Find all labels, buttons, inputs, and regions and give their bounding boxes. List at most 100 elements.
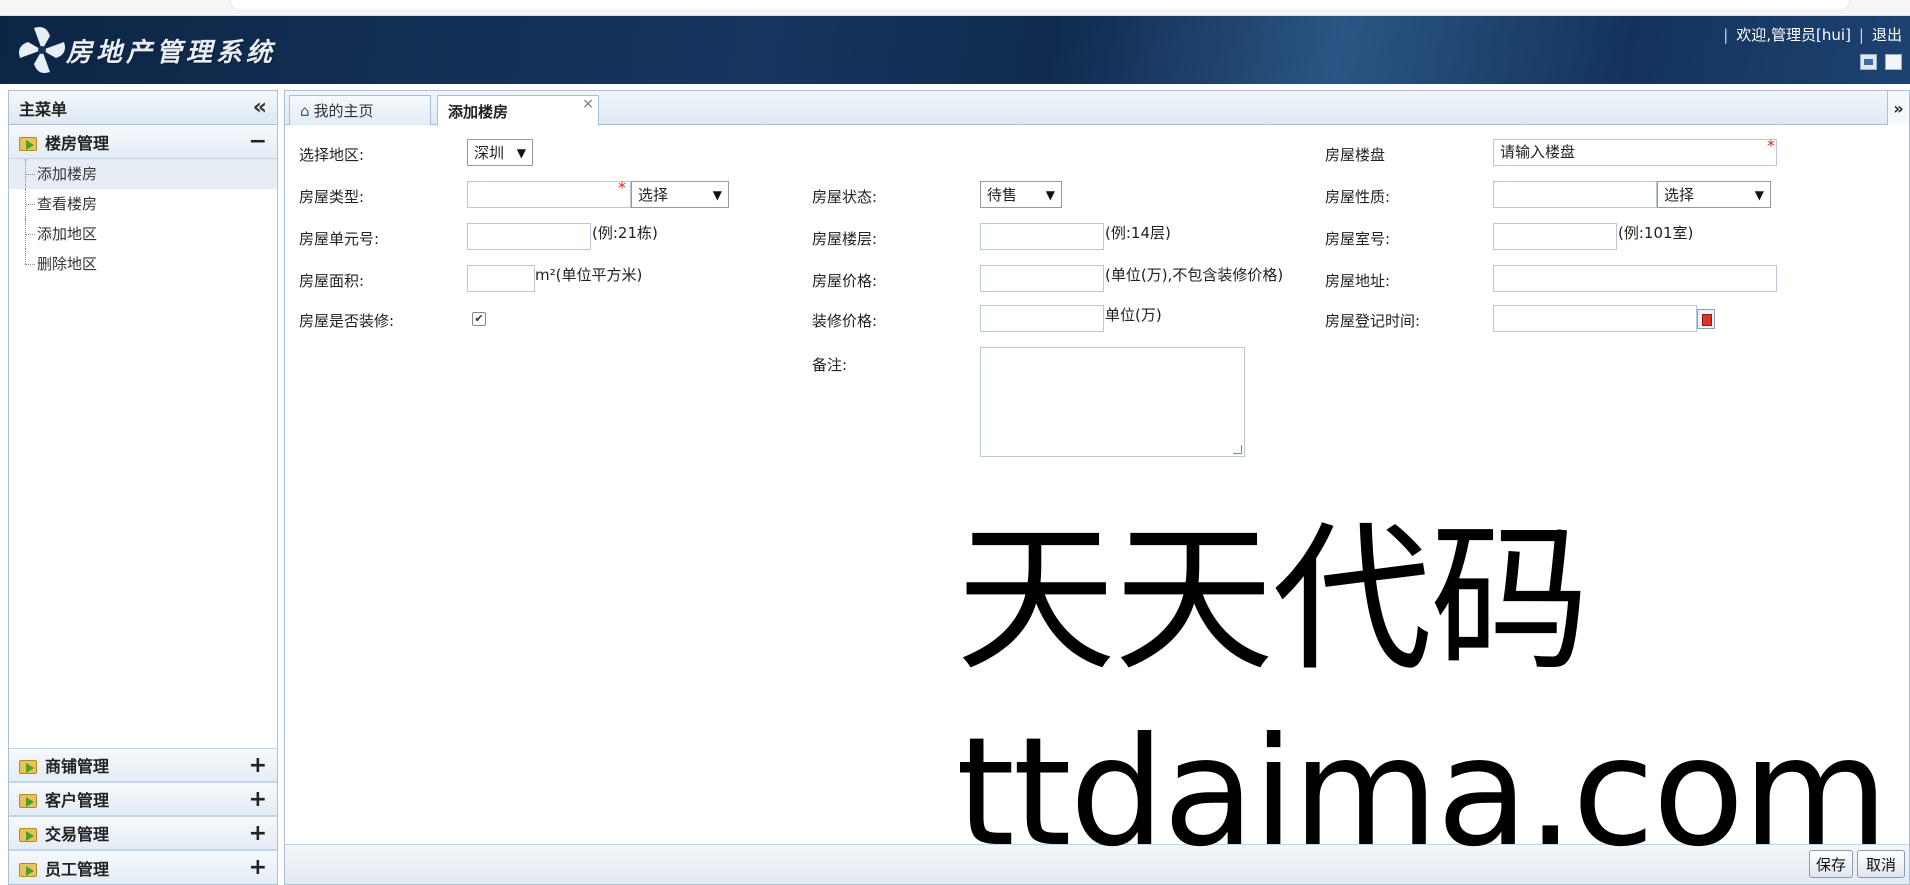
type-input[interactable] [467,181,631,208]
dropdown-arrow-icon: ▼ [1045,187,1055,202]
collapse-sidebar-icon[interactable]: « [253,95,267,120]
logout-link[interactable]: 退出 [1872,24,1902,45]
region-select-value: 深圳 [474,144,505,162]
area-input[interactable] [467,265,535,292]
unit-input[interactable] [467,223,591,250]
floor-hint: (例:14层) [1105,224,1171,242]
reg-time-input[interactable] [1493,305,1697,332]
status-label: 房屋状态: [812,188,878,206]
tab-bar: ⌂ 我的主页 添加楼房 × » [285,91,1909,126]
bottom-action-bar: 保存 取消 [285,844,1909,884]
sidebar-item-view-building[interactable]: 查看楼房 [9,189,277,219]
tab-label: 添加楼房 [448,102,509,121]
sidebar-group-staff[interactable]: 员工管理 + [9,850,277,884]
pinwheel-logo-icon [19,27,65,73]
deco-price-input[interactable] [980,305,1104,332]
price-input[interactable] [980,265,1104,292]
estate-label: 房屋楼盘 [1325,146,1386,164]
type-select-value: 选择 [638,186,669,204]
price-label: 房屋价格: [812,272,878,290]
sidebar-group-label: 商铺管理 [45,757,110,776]
unit-label: 房屋单元号: [299,230,380,248]
folder-icon [19,860,39,877]
tab-add-building[interactable]: 添加楼房 × [437,95,599,126]
sidebar-group-label: 员工管理 [45,859,110,879]
calendar-icon[interactable] [1697,309,1715,329]
dropdown-arrow-icon: ▼ [712,187,722,202]
room-input[interactable] [1493,223,1617,250]
nature-input[interactable] [1493,181,1657,208]
sidebar-group-label: 交易管理 [45,825,110,844]
sidebar-group-label: 客户管理 [45,791,110,810]
nature-label: 房屋性质: [1325,188,1391,206]
dropdown-arrow-icon: ▼ [516,145,526,160]
region-label: 选择地区: [299,146,365,164]
sidebar-group-trade[interactable]: 交易管理 + [9,816,277,850]
remark-textarea[interactable] [980,347,1245,457]
expand-group-icon[interactable]: + [249,821,267,846]
sidebar-group-building[interactable]: 楼房管理 − [9,125,277,159]
save-button[interactable]: 保存 [1809,850,1853,878]
app-title: 房地产管理系统 [66,37,277,68]
sidebar-item-add-building[interactable]: 添加楼房 [9,159,277,189]
theme-icon[interactable] [1860,54,1877,70]
main-panel: ⌂ 我的主页 添加楼房 × » 选择地区: 深圳 ▼ 房屋楼盘 请输入楼盘 * 房… [284,90,1910,885]
sidebar-submenu: 添加楼房 查看楼房 添加地区 删除地区 [9,159,277,279]
home-icon: ⌂ [300,101,310,120]
expand-group-icon[interactable]: + [249,855,267,880]
area-label: 房屋面积: [299,272,365,290]
deco-price-label: 装修价格: [812,312,878,330]
folder-icon [19,134,39,151]
expand-group-icon[interactable]: + [249,753,267,778]
address-bar-remnant [230,0,1850,11]
type-label: 房屋类型: [299,188,365,206]
header-icons [1860,54,1902,70]
fullscreen-icon[interactable] [1885,54,1902,70]
sidebar-group-shop[interactable]: 商铺管理 + [9,748,277,782]
sidebar-group-label: 楼房管理 [45,133,110,153]
sidebar-group-customer[interactable]: 客户管理 + [9,782,277,816]
nature-select-value: 选择 [1664,186,1695,204]
cancel-button[interactable]: 取消 [1857,850,1905,878]
tab-list-chevron-icon[interactable]: » [1887,91,1909,125]
sidebar-item-add-region[interactable]: 添加地区 [9,219,277,249]
floor-label: 房屋楼层: [812,230,878,248]
address-input[interactable] [1493,265,1777,292]
sidebar-header: 主菜单 « [9,91,277,125]
collapse-group-icon[interactable]: − [249,129,267,154]
decorated-label: 房屋是否装修: [299,312,395,330]
tab-home[interactable]: ⌂ 我的主页 [289,95,431,125]
sidebar-collapsed-groups: 商铺管理 + 客户管理 + 交易管理 + 员工管理 + [9,748,277,884]
reg-time-label: 房屋登记时间: [1325,312,1421,330]
expand-group-icon[interactable]: + [249,787,267,812]
user-area: | 欢迎,管理员[hui] | 退出 [1723,24,1902,45]
area-hint: m²(单位平方米) [535,266,643,284]
status-select-value: 待售 [987,186,1018,204]
region-select[interactable]: 深圳 ▼ [467,139,533,166]
browser-top-strip [0,0,1910,16]
remark-label: 备注: [812,356,848,374]
estate-input[interactable]: 请输入楼盘 [1493,139,1777,166]
close-tab-icon[interactable]: × [582,96,594,112]
welcome-text: 欢迎,管理员[hui] [1736,26,1851,44]
folder-icon [19,757,39,774]
decorated-checkbox[interactable]: ✔ [472,312,486,326]
floor-input[interactable] [980,223,1104,250]
type-select[interactable]: 选择 ▼ [631,181,729,208]
room-hint: (例:101室) [1618,224,1694,242]
required-mark: * [618,178,626,197]
unit-hint: (例:21栋) [592,224,658,242]
folder-icon [19,791,39,808]
status-select[interactable]: 待售 ▼ [980,181,1062,208]
folder-icon [19,825,39,842]
sidebar-item-delete-region[interactable]: 删除地区 [9,249,277,279]
sidebar: 主菜单 « 楼房管理 − 添加楼房 查看楼房 添加地区 删除地区 商铺管理 + … [8,90,278,885]
app-logo: 房地产管理系统 [14,24,276,76]
add-building-form: 选择地区: 深圳 ▼ 房屋楼盘 请输入楼盘 * 房屋类型: * 选择 ▼ 房屋状态:… [285,126,1909,846]
sidebar-title: 主菜单 [19,99,68,119]
deco-price-hint: 单位(万) [1105,306,1162,324]
tab-label: 我的主页 [313,102,374,120]
address-label: 房屋地址: [1325,272,1391,290]
price-hint: (单位(万),不包含装修价格) [1105,266,1284,284]
nature-select[interactable]: 选择 ▼ [1657,181,1771,208]
